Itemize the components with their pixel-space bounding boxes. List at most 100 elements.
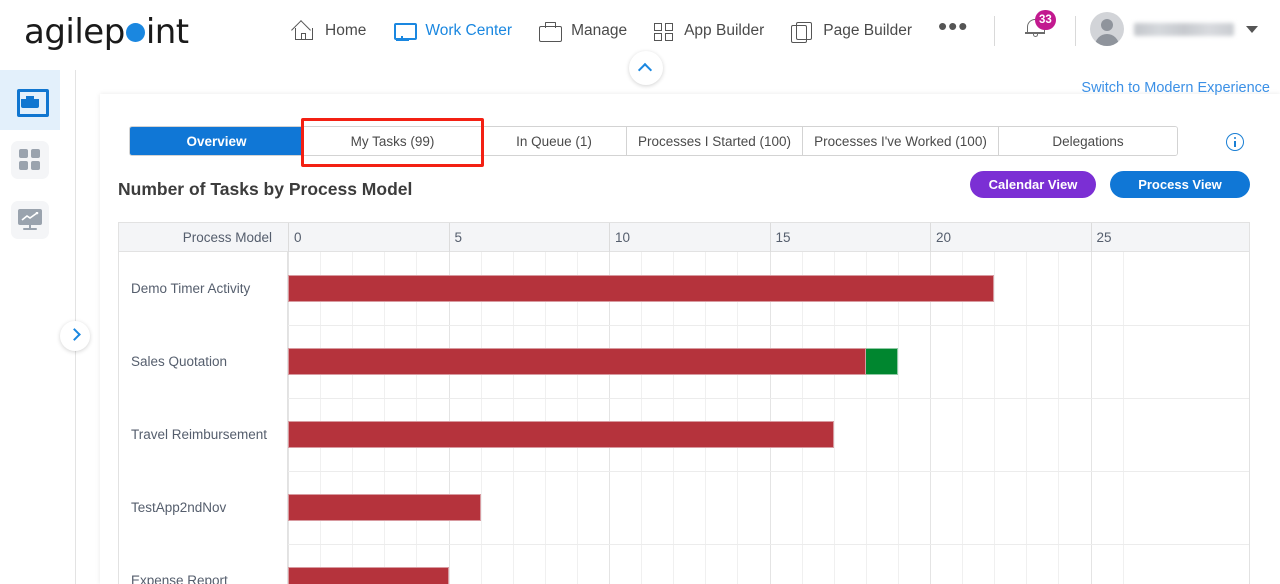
tab-bar: Overview My Tasks (99) In Queue (1) Proc… <box>129 126 1178 156</box>
chart-bar[interactable] <box>288 421 834 448</box>
user-menu[interactable] <box>1090 12 1258 46</box>
chart-category-label: Sales Quotation <box>131 353 228 369</box>
nav-label-manage: Manage <box>571 22 628 39</box>
nav-item-home[interactable]: Home <box>292 20 366 42</box>
header-divider-2 <box>1075 16 1076 46</box>
axis-header-separator <box>609 223 610 252</box>
chart-bar-segment-open[interactable] <box>288 275 995 302</box>
nav-item-work-center[interactable]: Work Center <box>392 20 512 42</box>
axis-header-separator <box>769 223 771 252</box>
chevron-down-icon[interactable] <box>1246 25 1258 33</box>
axis-tick-label: 25 <box>1096 230 1112 245</box>
report-trend-line <box>21 212 39 221</box>
process-view-button[interactable]: Process View <box>1110 171 1250 198</box>
tab-processes-ive-worked-label: Processes I've Worked (100) <box>814 133 987 149</box>
chart-gridline <box>1122 252 1124 584</box>
chart-column-header: Process Model <box>182 230 272 245</box>
chart-bar-segment-open[interactable] <box>288 348 866 375</box>
apps-grid-icon <box>19 149 41 171</box>
tab-delegations-label: Delegations <box>1052 133 1124 149</box>
inbox-icon <box>17 88 49 117</box>
chart-gridline <box>1026 252 1028 584</box>
chart-gridline <box>1090 252 1092 584</box>
nav-item-manage[interactable]: Manage <box>538 20 627 42</box>
chart-gridline <box>994 252 996 584</box>
nav-label-app-builder: App Builder <box>684 22 765 39</box>
chart-bar[interactable] <box>288 567 449 584</box>
tab-processes-ive-worked[interactable]: Processes I've Worked (100) <box>803 127 999 155</box>
tasks-by-process-model-chart: Process Model 0 5 10 15 20 25 Demo Timer Acti… <box>118 222 1250 584</box>
axis-header-separator <box>930 223 931 252</box>
chart-bar-segment-open[interactable] <box>288 494 481 521</box>
chart-gridline <box>1058 252 1060 584</box>
axis-tick-label: 0 <box>294 230 302 245</box>
chart-bar[interactable] <box>288 494 481 521</box>
pages-icon <box>790 20 814 43</box>
chart-bar-segment-open[interactable] <box>288 421 834 448</box>
notification-count-badge: 33 <box>1035 10 1056 30</box>
apps-tile <box>11 141 49 179</box>
chart-category-label: Demo Timer Activity <box>131 280 251 296</box>
report-chart-icon <box>18 209 42 231</box>
monitor-icon <box>392 20 418 42</box>
sidebar-item-inbox[interactable] <box>0 70 60 130</box>
chart-row-separator <box>119 325 1249 326</box>
chart-bar[interactable] <box>288 275 995 302</box>
chart-category-label: Expense Report <box>131 572 228 584</box>
chart-bar-segment-completed[interactable] <box>865 348 898 375</box>
axis-tick-label: 20 <box>936 230 952 245</box>
briefcase-icon <box>538 20 563 42</box>
switch-to-modern-experience-link[interactable]: Switch to Modern Experience <box>1081 80 1270 96</box>
chart-category-label: Travel Reimbursement <box>131 426 268 442</box>
sidebar-item-reports[interactable] <box>0 190 60 250</box>
nav-item-app-builder[interactable]: App Builder <box>653 20 764 42</box>
calendar-view-button[interactable]: Calendar View <box>970 171 1096 198</box>
axis-tick-label: 10 <box>615 230 631 245</box>
nav-label-home: Home <box>325 22 367 39</box>
nav-more-button[interactable]: ••• <box>938 13 968 41</box>
agilepoint-logo[interactable]: agilep int <box>24 12 189 52</box>
reports-tile <box>11 201 49 239</box>
sidebar-item-apps[interactable] <box>0 130 60 190</box>
notifications-button[interactable]: 33 <box>1020 10 1064 52</box>
logo-dot-icon <box>125 23 145 42</box>
chart-row-separator <box>119 398 1249 399</box>
tab-my-tasks[interactable]: My Tasks (99) <box>304 127 482 155</box>
grid-icon <box>653 20 675 42</box>
chart-bar[interactable] <box>288 348 898 375</box>
tab-processes-i-started[interactable]: Processes I Started (100) <box>627 127 803 155</box>
tab-my-tasks-label: My Tasks (99) <box>350 133 435 149</box>
axis-header-separator <box>288 223 289 252</box>
tab-overview-label: Overview <box>186 133 247 149</box>
tab-delegations[interactable]: Delegations <box>999 127 1177 155</box>
nav-item-page-builder[interactable]: Page Builder <box>790 20 912 43</box>
home-icon <box>292 20 316 42</box>
chart-row-separator <box>119 471 1249 472</box>
user-name-label <box>1134 22 1234 36</box>
chart-category-labels: Demo Timer Activity Sales Quotation Travel… <box>119 252 288 584</box>
chevron-up-icon <box>637 62 653 78</box>
chart-header-row: Process Model 0 5 10 15 20 25 <box>119 223 1249 252</box>
tab-in-queue[interactable]: In Queue (1) <box>482 127 627 155</box>
tab-in-queue-label: In Queue (1) <box>516 133 592 149</box>
logo-text-part1: agilep <box>24 12 125 52</box>
tab-overview[interactable]: Overview <box>130 127 304 155</box>
chart-plot-area: Demo Timer Activity Sales Quotation Travel… <box>119 252 1249 584</box>
info-icon[interactable] <box>1226 133 1244 151</box>
axis-header-separator <box>448 223 450 252</box>
chart-row-separator <box>119 544 1249 545</box>
nav-label-work-center: Work Center <box>425 22 513 39</box>
header-divider <box>994 16 996 46</box>
nav-label-page-builder: Page Builder <box>823 22 912 39</box>
collapse-header-button[interactable] <box>629 51 663 85</box>
chart-category-label: TestApp2ndNov <box>131 499 227 515</box>
logo-text-part2: int <box>145 12 189 52</box>
chart-bar-segment-open[interactable] <box>288 567 449 584</box>
axis-tick-label: 15 <box>775 230 791 245</box>
axis-header-separator <box>1090 223 1092 252</box>
inbox-tile <box>11 81 49 119</box>
axis-tick-label: 5 <box>454 230 463 245</box>
page-title: Number of Tasks by Process Model <box>118 179 413 199</box>
left-sidebar <box>0 70 60 584</box>
expand-sidebar-button[interactable] <box>60 321 90 351</box>
